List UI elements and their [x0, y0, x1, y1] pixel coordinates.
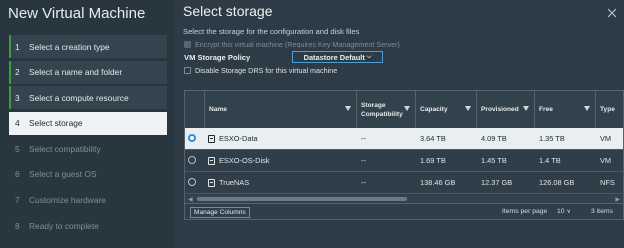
- items-per-page-label: Items per page: [502, 208, 548, 215]
- items-per-page-select[interactable]: 10 ∨: [557, 208, 571, 215]
- column-header-type[interactable]: Type: [595, 91, 623, 128]
- filter-icon[interactable]: [404, 106, 410, 111]
- step-select-storage[interactable]: 4 Select storage: [9, 111, 167, 135]
- free-cell: 126.08 GB: [539, 178, 575, 187]
- encrypt-option: Encrypt this virtual machine (Requires K…: [184, 40, 400, 49]
- datastore-grid: Name Storage Compatibility Capacity Prov…: [184, 90, 624, 220]
- capacity-cell: 138.46 GB: [420, 178, 456, 187]
- grid-footer: Manage Columns Items per page 10 ∨ 3 ite…: [185, 203, 623, 219]
- page-title: Select storage: [183, 3, 273, 19]
- manage-columns-button[interactable]: Manage Columns: [190, 207, 250, 218]
- close-icon[interactable]: [606, 6, 618, 18]
- table-row[interactable]: ESXO-OS-Disk -- 1.69 TB 1.45 TB 1.4 TB V…: [185, 150, 623, 172]
- scroll-left-icon[interactable]: ◀: [188, 196, 193, 203]
- table-row[interactable]: ESXO-Data -- 3.64 TB 4.09 TB 1.35 TB VM: [185, 128, 623, 150]
- step-compatibility: 5 Select compatibility: [9, 137, 167, 160]
- filter-icon[interactable]: [523, 106, 529, 111]
- step-number: 1: [15, 41, 20, 52]
- step-number: 3: [15, 92, 20, 103]
- step-guest-os: 6 Select a guest OS: [9, 163, 167, 186]
- provisioned-cell: 4.09 TB: [481, 134, 507, 143]
- step-ready-to-complete: 8 Ready to complete: [9, 214, 167, 237]
- step-label: Ready to complete: [29, 220, 99, 231]
- storage-policy-value: Datastore Default: [303, 52, 365, 62]
- column-header-compatibility[interactable]: Storage Compatibility: [356, 91, 415, 128]
- type-cell: VM: [600, 134, 612, 143]
- chevron-down-icon: ⌵: [366, 53, 372, 60]
- provisioned-cell: 12.37 GB: [481, 178, 513, 187]
- capacity-cell: 1.69 TB: [420, 156, 446, 165]
- filter-icon[interactable]: [465, 106, 471, 111]
- provisioned-cell: 1.45 TB: [481, 156, 507, 165]
- datastore-icon: [208, 178, 215, 187]
- step-customize-hardware: 7 Customize hardware: [9, 189, 167, 212]
- drs-checkbox[interactable]: [184, 67, 191, 74]
- column-header-free[interactable]: Free: [534, 91, 595, 128]
- step-label: Select storage: [29, 118, 83, 129]
- grid-header: Name Storage Compatibility Capacity Prov…: [185, 91, 623, 129]
- step-number: 7: [15, 195, 20, 206]
- datastore-icon: [208, 156, 215, 165]
- free-cell: 1.4 TB: [539, 156, 561, 165]
- filter-icon[interactable]: [345, 106, 351, 111]
- wizard-sidebar: New Virtual Machine 1 Select a creation …: [0, 0, 175, 248]
- table-row[interactable]: TrueNAS -- 138.46 GB 12.37 GB 126.08 GB …: [185, 172, 623, 194]
- step-compute-resource[interactable]: 3 Select a compute resource: [9, 86, 167, 110]
- total-items: 3 items: [591, 208, 613, 215]
- compat-cell: --: [361, 134, 366, 143]
- step-label: Select a creation type: [29, 41, 110, 52]
- type-cell: NFS: [600, 178, 615, 187]
- datastore-name: TrueNAS: [204, 172, 249, 193]
- step-name-and-folder[interactable]: 2 Select a name and folder: [9, 60, 167, 84]
- column-header-capacity[interactable]: Capacity: [415, 91, 476, 128]
- row-radio[interactable]: [188, 156, 196, 164]
- storage-policy-select[interactable]: Datastore Default ⌵: [292, 51, 383, 63]
- datastore-name: ESXO-Data: [204, 128, 258, 149]
- wizard-title: New Virtual Machine: [8, 5, 146, 22]
- filter-icon[interactable]: [584, 106, 590, 111]
- row-radio[interactable]: [188, 134, 196, 142]
- step-label: Select a compute resource: [29, 92, 129, 103]
- step-number: 5: [15, 143, 20, 154]
- chevron-down-icon: ∨: [566, 209, 571, 215]
- drs-label: Disable Storage DRS for this virtual mac…: [195, 66, 338, 75]
- main-panel: Select storage Select the storage for th…: [175, 0, 624, 248]
- step-label: Select a guest OS: [29, 169, 97, 180]
- drs-option[interactable]: Disable Storage DRS for this virtual mac…: [184, 66, 337, 75]
- step-creation-type[interactable]: 1 Select a creation type: [9, 35, 167, 58]
- free-cell: 1.35 TB: [539, 134, 565, 143]
- wizard-steps: 1 Select a creation type 2 Select a name…: [9, 35, 167, 240]
- scrollbar-thumb[interactable]: [197, 197, 407, 201]
- encrypt-checkbox: [184, 41, 191, 48]
- step-number: 8: [15, 220, 20, 231]
- horizontal-scrollbar[interactable]: ◀ ▶: [185, 195, 623, 203]
- step-label: Customize hardware: [29, 195, 106, 206]
- step-label: Select compatibility: [29, 143, 101, 154]
- datastore-icon: [208, 134, 215, 143]
- row-radio[interactable]: [188, 178, 196, 186]
- column-header-name[interactable]: Name: [204, 91, 356, 128]
- scroll-right-icon[interactable]: ▶: [615, 196, 620, 203]
- capacity-cell: 3.64 TB: [420, 134, 446, 143]
- compat-cell: --: [361, 178, 366, 187]
- step-number: 4: [15, 118, 20, 129]
- storage-policy-label: VM Storage Policy: [184, 53, 251, 62]
- column-header-provisioned[interactable]: Provisioned: [476, 91, 534, 128]
- type-cell: VM: [600, 156, 612, 165]
- compat-cell: --: [361, 156, 366, 165]
- datastore-name: ESXO-OS-Disk: [204, 150, 270, 171]
- step-label: Select a name and folder: [29, 67, 123, 78]
- page-subtitle: Select the storage for the configuration…: [183, 27, 360, 36]
- step-number: 2: [15, 67, 20, 78]
- encrypt-label: Encrypt this virtual machine (Requires K…: [195, 40, 400, 49]
- step-number: 6: [15, 169, 20, 180]
